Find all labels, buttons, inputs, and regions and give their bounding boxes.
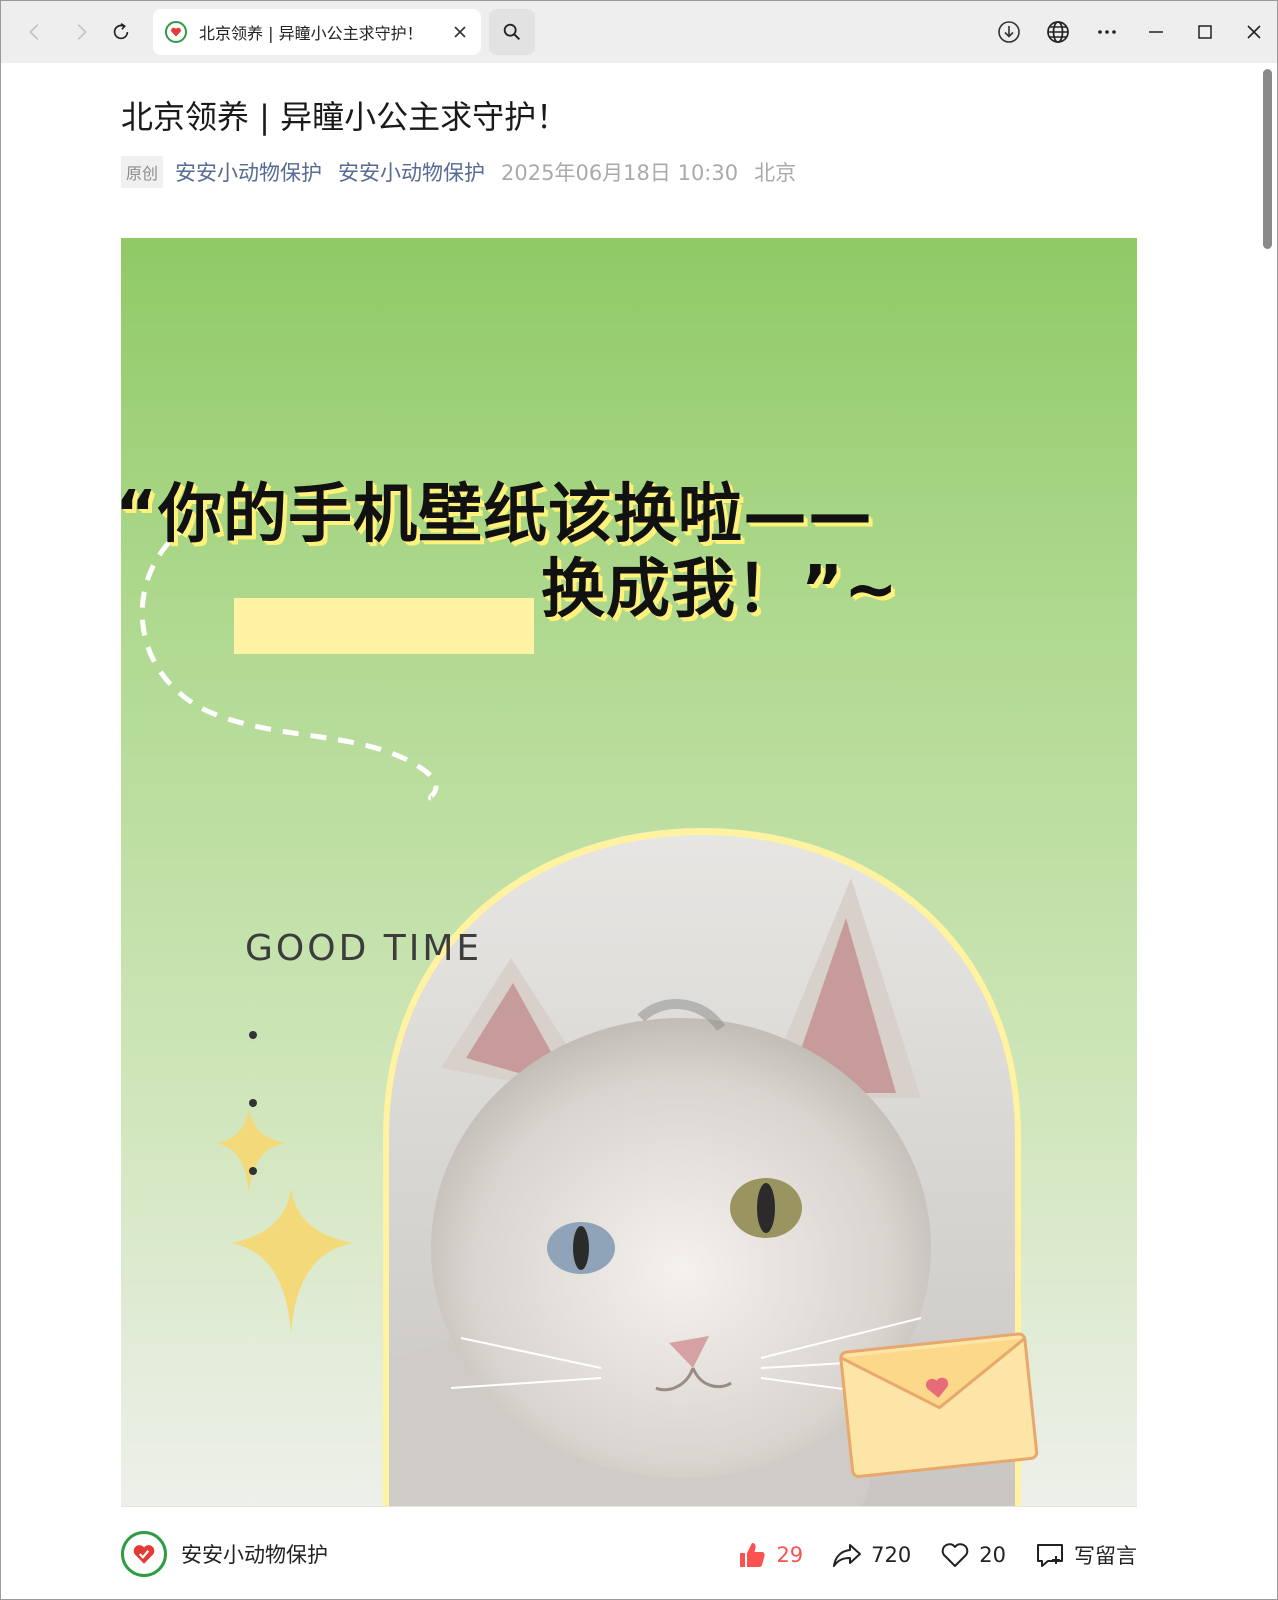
browser-window: 北京领养 | 异瞳小公主求守护！ 北京领养 | 异瞳小公主求守护！ 原创 安安小… [0,0,1278,1600]
heart-logo-icon [133,1545,155,1564]
browser-titlebar: 北京领养 | 异瞳小公主求守护！ [1,1,1277,63]
decorative-dot [249,1099,257,1107]
translate-button[interactable] [1042,16,1074,48]
like-count: 29 [776,1542,804,1567]
close-window-button[interactable] [1238,16,1270,48]
account-avatar[interactable] [121,1531,167,1577]
poster-artwork [139,510,1039,1506]
back-button[interactable] [19,16,51,48]
account-link[interactable]: 安安小动物保护 [338,157,485,187]
large-sparkle-decoration [231,1188,353,1333]
page-scrollbar[interactable] [1259,63,1275,1599]
maximize-icon [1198,25,1212,39]
refresh-icon [113,23,129,40]
poster-tagline: GOOD TIME [245,928,483,969]
author-link[interactable]: 安安小动物保护 [175,157,322,187]
like-button[interactable]: 29 [736,1539,803,1571]
article-title: 北京领养 | 异瞳小公主求守护！ [121,98,569,136]
share-button[interactable]: 720 [831,1539,911,1571]
favorite-count: 20 [979,1542,1006,1567]
decorative-dot [249,1031,257,1039]
more-menu-button[interactable] [1091,16,1123,48]
publish-datetime: 2025年06月18日 10:30 [501,161,739,185]
close-icon [1247,25,1261,39]
site-favicon-icon [165,21,187,43]
reload-button[interactable] [105,16,137,48]
thumbs-up-icon [740,1542,766,1567]
footer-account-name[interactable]: 安安小动物保护 [181,1539,328,1569]
scrollbar-thumb[interactable] [1263,69,1272,249]
more-dots-icon [1098,30,1116,34]
search-icon [503,23,521,41]
article-footer-bar: 安安小动物保护 29 720 20 写留言 [121,1506,1137,1599]
article-poster-image: “你的手机壁纸该换啦—— 换成我！”~ GOOD TIME [121,238,1137,1506]
decorative-dot [249,1167,257,1175]
article-header: 北京领养 | 异瞳小公主求守护！ 原创 安安小动物保护 安安小动物保护 2025… [121,63,1137,189]
browser-tab-active[interactable]: 北京领养 | 异瞳小公主求守护！ [153,9,481,55]
minimize-icon [1149,31,1163,33]
heart-outline-icon [941,1542,969,1567]
favorite-button[interactable]: 20 [939,1539,1006,1571]
yellow-highlight-block [234,598,534,654]
chevron-right-icon [77,24,87,40]
footer-actions: 29 720 20 写留言 [708,1507,1137,1599]
dashed-curve-decoration [139,510,439,801]
chevron-left-icon [29,24,39,40]
write-comment-button[interactable]: 写留言 [1034,1539,1137,1571]
maximize-button[interactable] [1189,16,1221,48]
small-sparkle-decoration [216,1108,286,1193]
envelope-decoration [839,1332,1039,1478]
poster-headline-line2: 换成我！”~ [541,553,899,627]
share-count: 720 [871,1542,912,1567]
tab-title: 北京领养 | 异瞳小公主求守护！ [199,24,423,43]
tab-close-icon[interactable] [449,21,471,43]
tab-search-button[interactable] [489,9,535,55]
forward-button[interactable] [65,16,97,48]
download-icon [998,21,1020,43]
comment-icon [1037,1543,1063,1567]
downloads-button[interactable] [993,16,1025,48]
publish-location: 北京 [754,161,797,185]
article-meta: 原创 安安小动物保护 安安小动物保护 2025年06月18日 10:30 北京 [121,155,1137,189]
minimize-button[interactable] [1140,16,1172,48]
share-arrow-icon [833,1543,862,1567]
globe-icon [1047,21,1069,43]
write-comment-label: 写留言 [1074,1543,1137,1568]
original-badge: 原创 [121,156,164,188]
